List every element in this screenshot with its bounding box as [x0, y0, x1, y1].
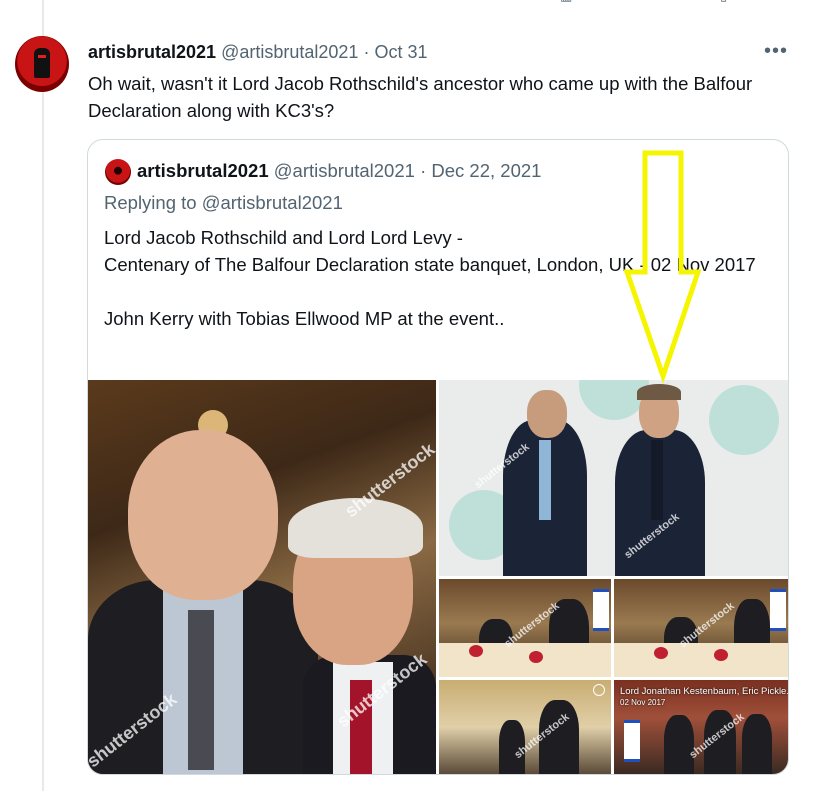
- views-icon[interactable]: ▥: [560, 0, 576, 2]
- tweet-text: Oh wait, wasn't it Lord Jacob Rothschild…: [88, 73, 753, 121]
- quoted-text-line: Lord Jacob Rothschild and Lord Lord Levy…: [104, 227, 463, 248]
- tweet-header: artisbrutal2021 @artisbrutal2021 · Oct 3…: [88, 41, 428, 63]
- photo-kerry-ellwood[interactable]: shutterstock shutterstock: [439, 380, 788, 576]
- quoted-display-name: artisbrutal2021: [137, 160, 269, 181]
- replying-handle[interactable]: @artisbrutal2021: [202, 192, 343, 213]
- photo-thumbnail[interactable]: Lord Jonathan Kestenbaum, Eric Pickle...…: [614, 680, 788, 774]
- quoted-text-line: Centenary of The Balfour Declaration sta…: [104, 254, 756, 275]
- photo-figure: [188, 610, 214, 770]
- bookmark-icon[interactable]: ▯: [720, 0, 736, 2]
- flower-decoration: [654, 647, 668, 659]
- photo-caption-date: 02 Nov 2017: [620, 698, 666, 707]
- photo-thumbnail[interactable]: shutterstock: [439, 680, 611, 774]
- flower-decoration: [714, 649, 728, 661]
- quoted-tweet[interactable]: artisbrutal2021 @artisbrutal2021 · Dec 2…: [87, 139, 789, 775]
- previous-tweet-action-bar: ⌐ ⟲ ♡ ▥ ▯ ⇪: [90, 0, 790, 4]
- replying-prefix: Replying to: [104, 192, 197, 213]
- quoted-text-line: John Kerry with Tobias Ellwood MP at the…: [104, 308, 505, 329]
- quoted-text: Lord Jacob Rothschild and Lord Lord Levy…: [104, 224, 774, 332]
- avatar[interactable]: [15, 36, 69, 92]
- photo-figure: [664, 715, 694, 774]
- photo-table: [614, 642, 788, 677]
- photo-figure: [651, 440, 663, 520]
- flower-decoration: [469, 645, 483, 657]
- avatar-visor: [38, 55, 46, 58]
- display-name[interactable]: artisbrutal2021: [88, 42, 216, 62]
- quoted-handle: @artisbrutal2021: [273, 160, 415, 181]
- israel-flag: [770, 589, 786, 631]
- photo-figure: [637, 384, 681, 400]
- more-horizontal-icon[interactable]: •••: [764, 40, 788, 63]
- photo-table: [439, 642, 611, 677]
- tweet-date[interactable]: Oct 31: [374, 42, 427, 62]
- israel-flag: [593, 589, 609, 631]
- header-separator: ·: [363, 42, 370, 62]
- zoom-icon: [593, 684, 605, 696]
- photo-figure: [128, 430, 278, 600]
- photo-figure: [539, 440, 551, 520]
- photo-rothschild-levy[interactable]: shutterstock shutterstock shutterstock: [88, 380, 436, 774]
- thread-line: [42, 0, 44, 791]
- photo-thumbnail[interactable]: shutterstock: [614, 579, 788, 677]
- media-grid: shutterstock shutterstock shutterstock s…: [88, 380, 788, 774]
- user-handle[interactable]: @artisbrutal2021: [221, 42, 358, 62]
- backdrop-logo: [709, 385, 779, 455]
- photo-thumbnail[interactable]: shutterstock: [439, 579, 611, 677]
- photo-figure: [742, 714, 772, 774]
- replying-to: Replying to @artisbrutal2021: [104, 191, 343, 215]
- israel-flag: [624, 720, 640, 762]
- quoted-date: Dec 22, 2021: [431, 160, 542, 181]
- like-icon[interactable]: ♡: [410, 0, 426, 2]
- quoted-avatar: [105, 159, 131, 185]
- reply-icon[interactable]: ⌐: [95, 0, 111, 2]
- quoted-header: artisbrutal2021 @artisbrutal2021 · Dec 2…: [137, 159, 541, 183]
- share-icon[interactable]: ⇪: [770, 0, 786, 2]
- avatar-figure: [34, 48, 50, 78]
- quoted-separator: ·: [420, 160, 427, 181]
- flower-decoration: [529, 651, 543, 663]
- photo-figure: [527, 390, 567, 438]
- retweet-icon[interactable]: ⟲: [260, 0, 276, 2]
- photo-caption: Lord Jonathan Kestenbaum, Eric Pickle...: [620, 686, 788, 697]
